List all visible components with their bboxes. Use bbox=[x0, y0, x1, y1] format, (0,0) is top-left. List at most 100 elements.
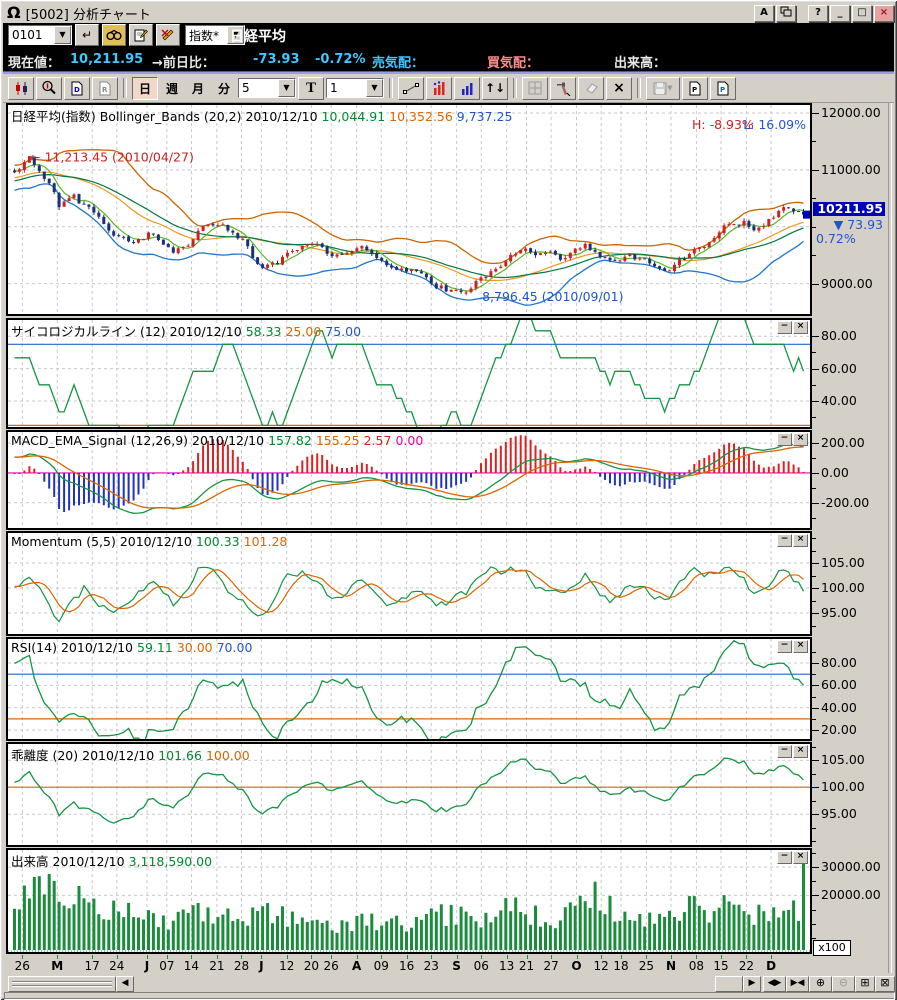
close-button[interactable]: × bbox=[874, 5, 894, 22]
main-panel-title: 日経平均(指数) Bollinger_Bands (20,2) bbox=[11, 109, 241, 124]
x-axis-label: 16 bbox=[399, 959, 414, 973]
panel-close-nav-button[interactable]: ⊠ bbox=[875, 976, 895, 992]
floppy-disk-icon bbox=[653, 82, 667, 95]
panel-close-button[interactable]: × bbox=[793, 433, 808, 446]
symbol-code-value: 0101 bbox=[9, 28, 54, 42]
maximize-button[interactable]: □ bbox=[852, 5, 872, 22]
panel-close-button[interactable]: × bbox=[793, 534, 808, 547]
page-d-icon: D bbox=[70, 81, 84, 96]
price-change-tag: ▼ 73.93 bbox=[813, 217, 883, 232]
chevron-down-icon[interactable]: ▼ bbox=[366, 79, 383, 97]
volume-label: 出来高： bbox=[614, 52, 666, 71]
save-button[interactable]: ▼ bbox=[646, 77, 680, 100]
toolbar-separator bbox=[637, 78, 641, 98]
y-axis-tick bbox=[812, 503, 819, 504]
x-axis-label: 07 bbox=[159, 959, 174, 973]
expand-bars-button[interactable]: ◀▶ bbox=[763, 976, 786, 992]
new-chart-window-button[interactable]: D bbox=[64, 77, 90, 100]
panel-value: 100.33 bbox=[196, 534, 240, 549]
title-bar[interactable]: Ω [5002] 分析チャート A ? _ □ × bbox=[3, 3, 894, 23]
main-chart-panel[interactable]: ← 11,213.45 (2010/04/27)8,796.45 (2010/0… bbox=[6, 103, 812, 316]
chevron-down-icon[interactable]: ▼ bbox=[54, 26, 71, 44]
x-axis-label: 21 bbox=[519, 959, 534, 973]
y-axis-label: 100.00 bbox=[821, 779, 865, 794]
main-price-chart[interactable]: ← 11,213.45 (2010/04/27)8,796.45 (2010/0… bbox=[8, 105, 810, 314]
y-axis-minor-tick bbox=[812, 255, 816, 256]
grid-layout-button[interactable] bbox=[522, 77, 548, 100]
deviation-panel[interactable]: 乖離度 (20)2010/12/10101.66100.00 −× bbox=[6, 742, 812, 847]
zoom-out-button[interactable]: ⊖ bbox=[832, 976, 855, 992]
panel-minimize-button[interactable]: − bbox=[777, 851, 792, 864]
page-setup-button[interactable]: P bbox=[682, 77, 708, 100]
momentum-panel[interactable]: Momentum (5,5)2010/12/10100.33101.28 −× bbox=[6, 531, 812, 636]
panel-minimize-button[interactable]: − bbox=[777, 534, 792, 547]
period-monthly-button[interactable]: 月 bbox=[186, 78, 210, 99]
font-button[interactable]: T bbox=[298, 77, 324, 100]
macd-panel[interactable]: MACD_EMA_Signal (12,26,9)2010/12/10157.8… bbox=[6, 430, 812, 530]
enter-icon: ↵ bbox=[82, 28, 92, 42]
enter-button[interactable]: ↵ bbox=[75, 24, 99, 46]
grid-toggle-button[interactable]: ⊞ bbox=[855, 976, 875, 992]
period-daily-button[interactable]: 日 bbox=[132, 77, 158, 100]
draw-clear-button[interactable] bbox=[156, 24, 180, 46]
zoom-chart-button[interactable] bbox=[36, 77, 62, 100]
x-axis-label: D bbox=[766, 959, 776, 973]
chevron-down-icon[interactable]: ▼ bbox=[278, 79, 295, 97]
minute-interval-combobox[interactable]: 5 ▼ bbox=[238, 78, 296, 98]
y-axis-tick bbox=[812, 895, 819, 896]
panel-value: 101.66 bbox=[158, 748, 202, 763]
psychological-line-panel[interactable]: サイコロジカルライン (12)2010/12/1058.3325.0075.00… bbox=[6, 318, 812, 429]
restore-chart-button[interactable]: R bbox=[92, 77, 118, 100]
volume-scale-badge: x100 bbox=[813, 940, 851, 956]
help-button[interactable]: ? bbox=[808, 5, 828, 22]
panel-close-button[interactable]: × bbox=[793, 321, 808, 334]
y-axis-minor-tick bbox=[812, 141, 816, 142]
h-scrollbar-thumb-right[interactable] bbox=[715, 976, 743, 992]
panel-minimize-button[interactable]: − bbox=[777, 321, 792, 334]
period-minute-button[interactable]: 分 bbox=[212, 78, 236, 99]
compress-bars-button[interactable]: ▶◀ bbox=[786, 976, 809, 992]
delete-all-button[interactable]: × bbox=[606, 77, 632, 100]
print-page-button[interactable]: P bbox=[710, 77, 736, 100]
copy-window-icon bbox=[780, 6, 792, 17]
period-weekly-button[interactable]: 週 bbox=[160, 78, 184, 99]
rsi-panel-header: RSI(14)2010/12/1059.1130.0070.00 bbox=[11, 640, 256, 655]
volume-panel[interactable]: 出来高2010/12/103,118,590.00 −× bbox=[6, 848, 812, 954]
y-axis-minor-tick bbox=[812, 747, 816, 748]
memo-edit-button[interactable] bbox=[129, 24, 153, 46]
candlestick-chart-button[interactable] bbox=[8, 77, 34, 100]
copy-window-button[interactable] bbox=[776, 5, 796, 22]
change-value: -73.93 bbox=[253, 52, 300, 67]
eraser-button[interactable] bbox=[578, 77, 604, 100]
panel-date: 2010/12/10 bbox=[61, 640, 133, 655]
sort-updown-button[interactable]: ↑↓ bbox=[482, 77, 508, 100]
x-axis-label: N bbox=[666, 959, 676, 973]
minimize-button[interactable]: _ bbox=[830, 5, 850, 22]
settings-tool-button[interactable] bbox=[550, 77, 576, 100]
panel-value: 30.00 bbox=[177, 640, 213, 655]
panel-title: RSI(14) bbox=[11, 640, 57, 655]
page-r-icon: R bbox=[98, 81, 112, 96]
panel-close-button[interactable]: × bbox=[793, 640, 808, 653]
scroll-right-button[interactable]: ▶ bbox=[743, 976, 761, 992]
symbol-search-button[interactable] bbox=[102, 24, 126, 46]
hammer-icon bbox=[555, 81, 571, 96]
panel-close-button[interactable]: × bbox=[793, 851, 808, 864]
zoom-in-button[interactable]: ⊕ bbox=[809, 976, 832, 992]
indicator-add-button[interactable] bbox=[426, 77, 452, 100]
h-scrollbar-thumb[interactable] bbox=[8, 976, 116, 992]
symbol-code-combobox[interactable]: 0101 ▼ bbox=[8, 25, 72, 45]
trendline-tool-button[interactable] bbox=[398, 77, 424, 100]
page-p2-icon: P bbox=[716, 81, 730, 96]
panel-close-button[interactable]: × bbox=[793, 745, 808, 758]
font-size-button[interactable]: A bbox=[754, 5, 774, 22]
sub-chart-add-button[interactable] bbox=[454, 77, 480, 100]
scroll-left-button[interactable]: ◀ bbox=[116, 976, 134, 992]
panel-minimize-button[interactable]: − bbox=[777, 433, 792, 446]
y-axis-minor-tick bbox=[812, 518, 816, 519]
panel-minimize-button[interactable]: − bbox=[777, 745, 792, 758]
panel-value: 75.00 bbox=[325, 324, 361, 339]
panel-minimize-button[interactable]: − bbox=[777, 640, 792, 653]
scale-combobox[interactable]: 1 ▼ bbox=[326, 78, 384, 98]
rsi-panel[interactable]: RSI(14)2010/12/1059.1130.0070.00 −× bbox=[6, 637, 812, 741]
